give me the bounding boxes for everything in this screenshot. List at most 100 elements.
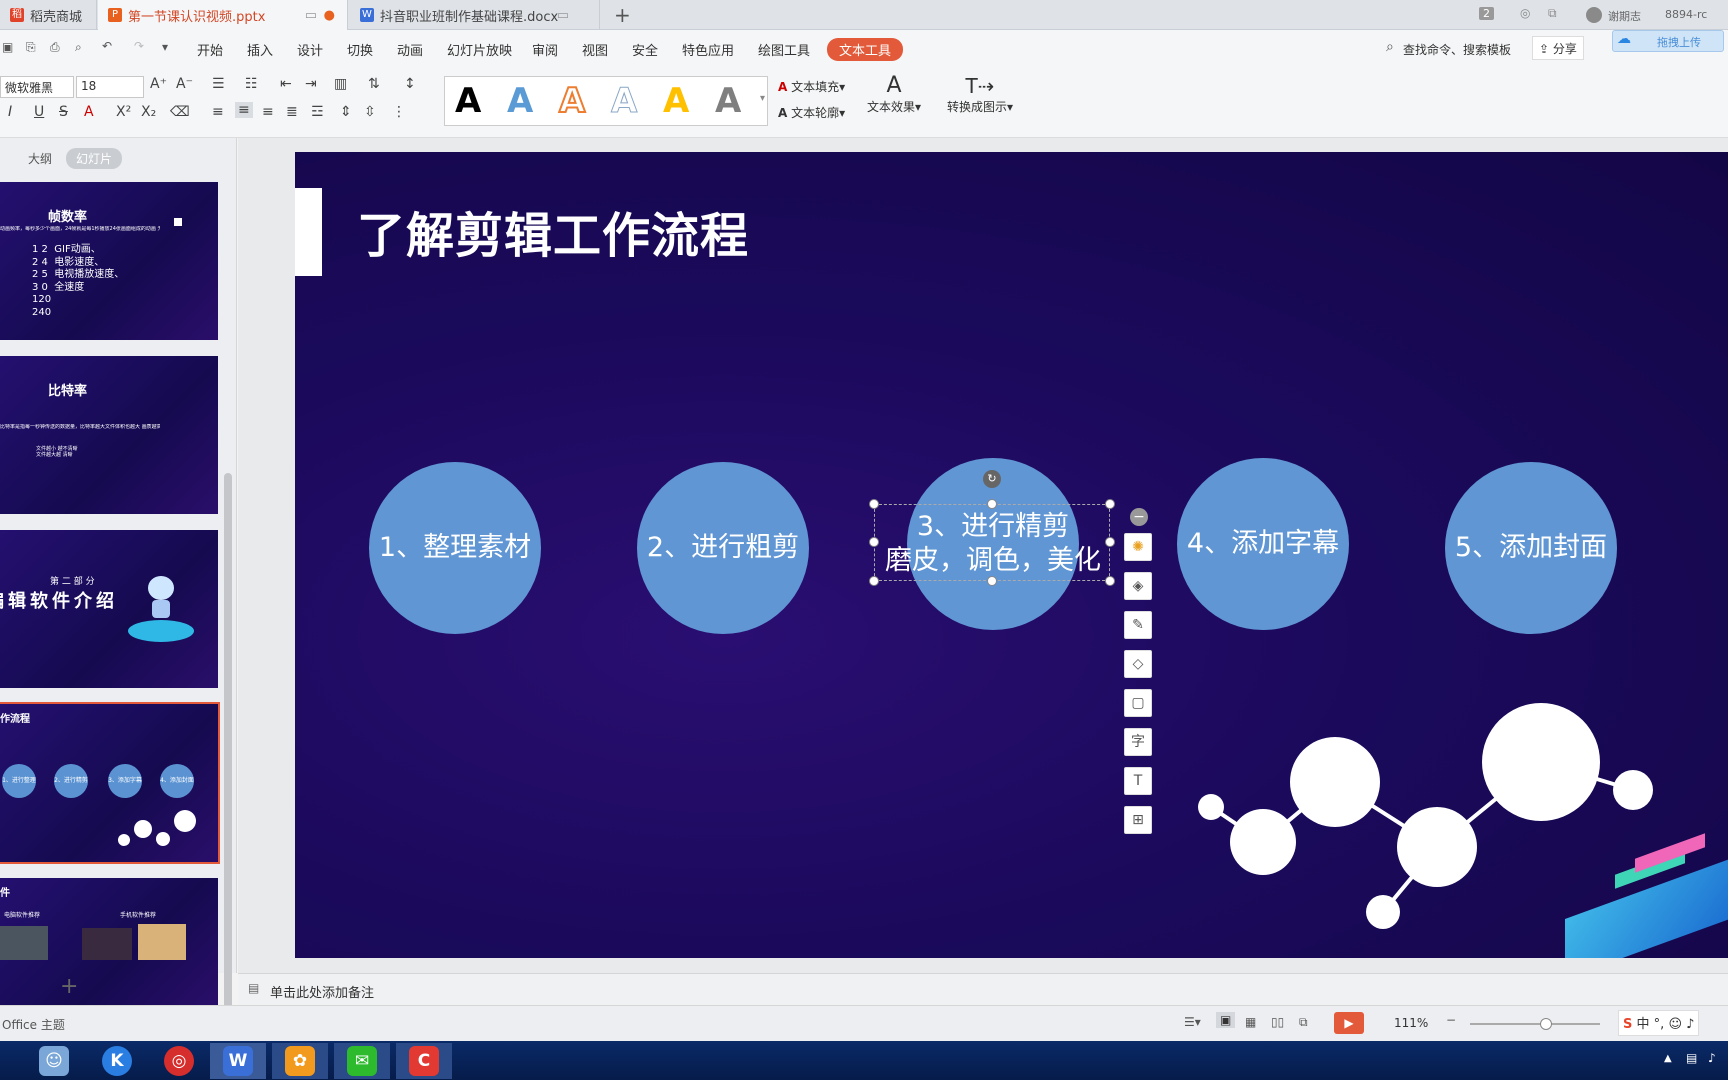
taskbar-app[interactable]: ☺ [26,1043,82,1079]
print-icon[interactable]: ⎙ [50,40,60,55]
menu-design[interactable]: 设计 [297,40,323,59]
align-left-icon[interactable]: ≡ [212,104,224,120]
subscript-button[interactable]: X₂ [141,104,156,120]
pen-icon[interactable]: ✎ [1124,611,1152,639]
resize-handle[interactable] [1105,537,1115,547]
new-tab-button[interactable]: + [614,3,631,27]
menu-animation[interactable]: 动画 [397,40,423,59]
underline-button[interactable]: U [34,104,44,120]
taskbar-app[interactable]: ✿ [272,1043,328,1079]
taskbar-app[interactable]: W [210,1043,266,1079]
slide[interactable]: 了解剪辑工作流程 1、整理素材 2、进行粗剪 3、进行精剪 磨皮，调色，美化 4… [295,152,1728,958]
text-selection-frame[interactable] [874,504,1110,581]
tab-outline[interactable]: 大纲 [18,148,62,169]
text-style-gray[interactable]: A [715,83,741,119]
resize-handle[interactable] [1105,499,1115,509]
tab-daoke[interactable]: 稻 稻壳商城 [0,0,97,30]
text-style-white-outline[interactable]: A [610,83,637,120]
text-box-icon[interactable]: T [1124,767,1152,795]
menu-home[interactable]: 开始 [197,40,223,59]
slide-thumbnail[interactable]: 件 电脑软件推荐 手机软件推荐 [0,878,218,1008]
taskbar-app[interactable]: K [89,1043,145,1079]
step-circle-1[interactable]: 1、整理素材 [369,462,541,634]
upload-widget[interactable]: ☁ 拖拽上传 [1612,30,1724,52]
save-icon[interactable]: ▣ [2,40,13,54]
numbered-list-icon[interactable]: ☷ [245,76,258,92]
tab-docx[interactable]: W 抖音职业班制作基础课程.docx ▭ [350,0,600,30]
normal-view-icon[interactable]: ▣ [1216,1012,1236,1028]
window-icon[interactable]: ⧉ [1548,6,1557,21]
notes-toggle-icon[interactable]: ☰▾ [1184,1015,1201,1029]
paragraph-settings-icon[interactable]: ⋮ [392,104,406,120]
clear-format-icon[interactable]: ⌫ [170,104,190,120]
sorter-view-icon[interactable]: ▦ [1245,1015,1256,1029]
font-color-button[interactable]: A [84,104,94,120]
slide-title[interactable]: 了解剪辑工作流程 [357,196,749,266]
reading-view-icon[interactable]: ▯▯ [1271,1015,1284,1029]
indent-icon[interactable]: ⇳ [364,104,376,120]
convert-smartart-button[interactable]: T⇢ 转换成图示▾ [942,74,1018,115]
share-button[interactable]: ⇪ 分享 [1532,36,1584,60]
rotate-handle-icon[interactable]: ↻ [983,470,1001,488]
text-style-gold[interactable]: A [663,83,689,119]
menu-drawing-tools[interactable]: 绘图工具 [758,40,810,59]
theme-label[interactable]: Office 主题 [2,1016,65,1033]
text-style-blue[interactable]: A [507,83,533,119]
menu-text-tools[interactable]: 文本工具 [827,38,904,61]
notes-placeholder[interactable]: 单击此处添加备注 [270,982,374,1001]
layers-icon[interactable]: ◈ [1124,572,1152,600]
menu-slideshow[interactable]: 幻灯片放映 [447,40,512,59]
font-size-select[interactable]: 18 [76,76,144,98]
more-icon[interactable]: ⊞ [1124,806,1152,834]
slide-thumbnail-selected[interactable]: 作流程 1、进行整理 2、进行精剪 调色 美化 3、添加字幕 4、添加封面 [0,702,220,864]
zoom-out-icon[interactable]: − [1446,1013,1456,1027]
decrease-indent-icon[interactable]: ⇤ [280,76,292,92]
taskbar-app[interactable]: C [396,1043,452,1079]
slide-thumbnail[interactable]: 比特率 比特率是指每一秒钟传送的数据量，比特率越大文件体积也越大 画质越高 文件… [0,356,218,514]
bullet-list-icon[interactable]: ☰ [212,76,225,92]
resize-handle[interactable] [987,499,997,509]
menu-transition[interactable]: 切换 [347,40,373,59]
text-effect-button[interactable]: A 文本效果▾ [864,74,924,115]
menu-security[interactable]: 安全 [632,40,658,59]
gallery-scroll-icon[interactable]: ▾ [760,93,765,104]
menu-review[interactable]: 审阅 [532,40,558,59]
resize-handle[interactable] [1105,576,1115,586]
taskbar-app[interactable]: ◎ [151,1043,207,1079]
monitor-icon[interactable]: ▭ [557,8,569,23]
align-right-icon[interactable]: ≡ [262,104,274,120]
thumbnail-scrollbar[interactable] [224,473,232,1063]
collapse-toolbar-icon[interactable]: − [1130,508,1148,526]
slide-thumbnail[interactable]: 帧数率 动画频率，每秒多少个画面，24帧就是每1秒播放24张画面组成的动画 无间… [0,182,218,340]
align-center-icon[interactable]: ≡ [235,102,253,118]
font-family-select[interactable]: 微软雅黑 [0,76,74,98]
line-spacing-icon[interactable]: ↕ [404,76,416,92]
character-icon[interactable]: 字 [1124,728,1152,756]
step-circle-4[interactable]: 4、添加字幕 [1177,458,1349,630]
text-fill-button[interactable]: A 文本填充▾ [778,78,845,95]
redo-icon[interactable]: ↷ [134,39,144,53]
search-command[interactable]: 查找命令、搜索模板 [1403,41,1511,58]
history-icon[interactable]: ◎ [1520,6,1530,20]
resize-handle[interactable] [869,576,879,586]
resize-handle[interactable] [987,576,997,586]
tab-slides[interactable]: 幻灯片 [66,148,123,169]
slide-thumbnail[interactable]: 第 二 部 分 编辑软件介绍 [0,530,218,688]
preview-icon[interactable]: ⌕ [75,40,82,55]
user-name[interactable]: 谢期志 [1608,8,1641,24]
menu-features[interactable]: 特色应用 [682,40,734,59]
step-circle-2[interactable]: 2、进行粗剪 [637,462,809,634]
text-style-black[interactable]: A [455,83,481,119]
customize-icon[interactable]: ▾ [162,40,168,54]
text-outline-button[interactable]: A 文本轮廓▾ [778,104,845,121]
superscript-button[interactable]: X² [116,104,131,120]
justify-icon[interactable]: ≣ [286,104,298,120]
distribute-icon[interactable]: ☲ [311,104,324,120]
tab-pptx[interactable]: P 第一节课认识视频.pptx ▭ ● [98,0,348,30]
zoom-slider[interactable] [1470,1018,1600,1030]
italic-button[interactable]: I [8,104,12,120]
border-icon[interactable]: ▢ [1124,689,1152,717]
menu-insert[interactable]: 插入 [247,40,273,59]
search-icon[interactable]: ⌕ [1386,39,1394,55]
zoom-slider-thumb[interactable] [1540,1018,1552,1030]
